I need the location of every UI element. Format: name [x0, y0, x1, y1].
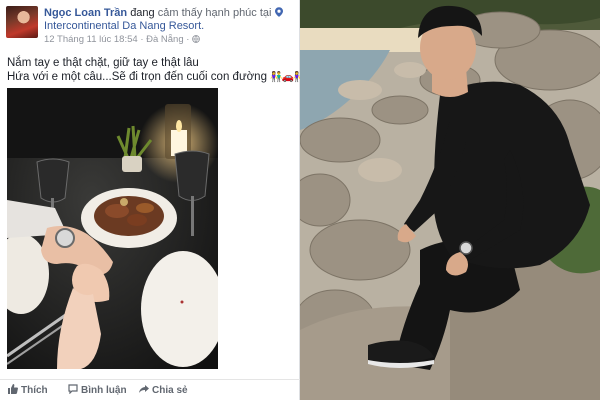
- message-line-1: Nắm tay e thật chặt, giữ tay e thật lâu: [7, 57, 199, 69]
- post-header: Ngọc Loan Trần đang cảm thấy hạnh phúc t…: [44, 7, 293, 20]
- author-name[interactable]: Ngọc Loan Trần: [44, 7, 127, 19]
- author-avatar[interactable]: [6, 6, 38, 38]
- message-line-2: Hứa với e một câu...Sẽ đi trọn đến cuối …: [7, 70, 306, 85]
- meta-separator-2: ·: [186, 34, 190, 45]
- like-button[interactable]: Thích: [8, 384, 48, 396]
- share-label: Chia sẻ: [152, 385, 188, 396]
- share-button[interactable]: Chia sẻ: [139, 384, 188, 396]
- post-actions: Thích Bình luận Chia sẻ: [0, 379, 300, 400]
- man-on-rocks-image: [300, 0, 600, 400]
- comment-label: Bình luận: [81, 385, 127, 396]
- like-label: Thích: [21, 385, 48, 396]
- dinner-scene-image: [7, 88, 218, 369]
- speech-bubble-icon: [68, 384, 78, 395]
- post-location[interactable]: Đà Nẵng: [146, 34, 184, 45]
- outdoor-photo: [300, 0, 600, 400]
- globe-icon: [192, 35, 200, 43]
- comment-button[interactable]: Bình luận: [68, 384, 127, 396]
- facebook-post: Ngọc Loan Trần đang cảm thấy hạnh phúc t…: [0, 0, 306, 400]
- share-arrow-icon: [139, 385, 149, 393]
- meta-separator: ·: [140, 34, 144, 45]
- feeling-text: cảm thấy hạnh phúc tại: [157, 7, 272, 19]
- post-photo[interactable]: [7, 88, 218, 369]
- map-pin-icon: [274, 7, 283, 17]
- feeling-prefix: đang: [130, 7, 155, 19]
- thumbs-up-icon: [8, 384, 18, 394]
- message-line-2-text: Hứa với e một câu...Sẽ đi trọn đến cuối …: [7, 71, 267, 83]
- post-message: Nắm tay e thật chặt, giữ tay e thật lâu …: [7, 56, 306, 85]
- place-link[interactable]: Intercontinental Da Nang Resort.: [44, 20, 204, 32]
- post-meta: 12 Tháng 11 lúc 18:54 · Đà Nẵng ·: [44, 34, 200, 45]
- post-timestamp[interactable]: 12 Tháng 11 lúc 18:54: [44, 34, 138, 45]
